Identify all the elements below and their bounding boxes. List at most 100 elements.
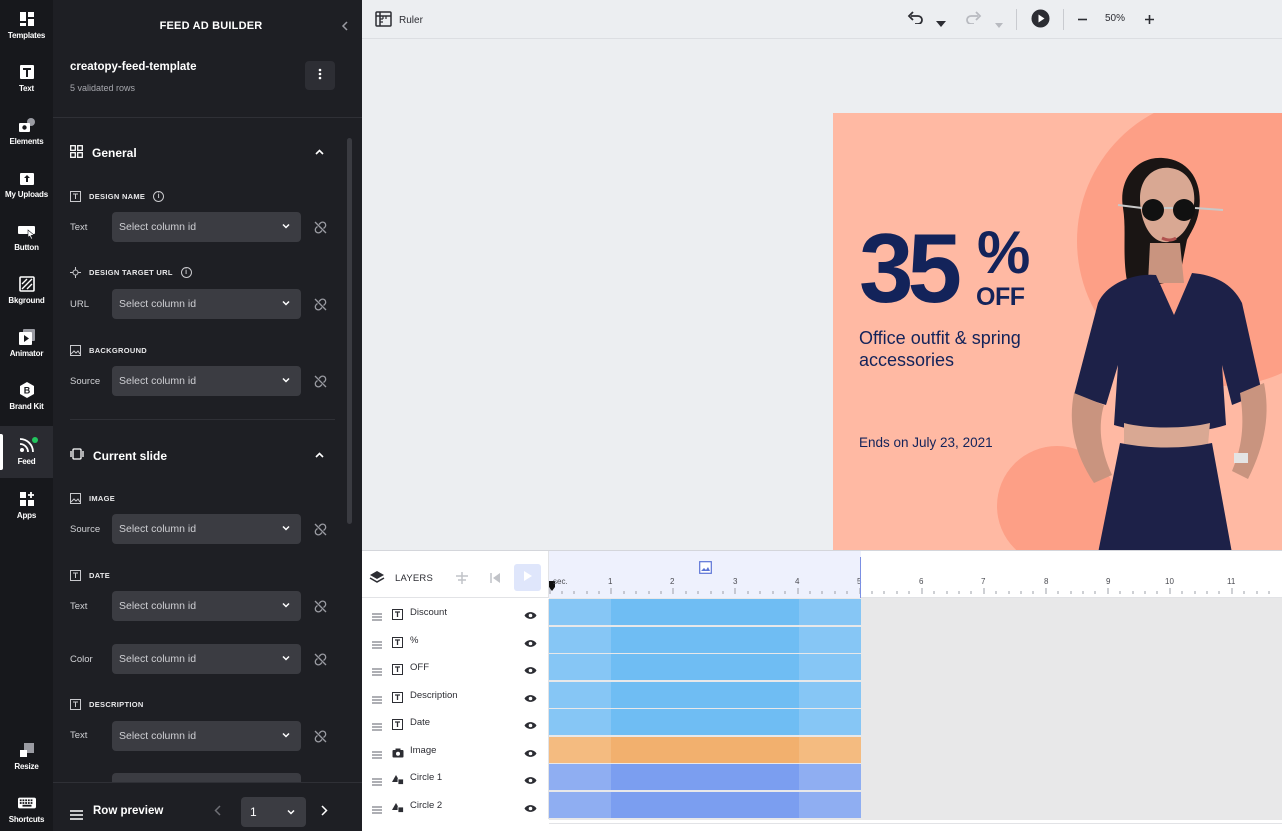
track-bar-description[interactable] (549, 681, 861, 708)
zoom-out-icon[interactable] (1077, 13, 1088, 28)
drag-handle-icon[interactable] (372, 691, 382, 709)
design-canvas[interactable]: 35 % OFF Office outfit & spring accessor… (362, 40, 1282, 550)
unlink-icon[interactable] (312, 296, 328, 312)
timeline-play-button[interactable] (514, 564, 541, 591)
ad-discount[interactable]: 35 (859, 219, 962, 317)
eye-icon[interactable] (524, 690, 537, 708)
layers-icon (369, 570, 385, 589)
drag-handle-icon[interactable] (372, 746, 382, 764)
layer-row[interactable]: Circle 2 (362, 791, 549, 819)
ad-off[interactable]: OFF (976, 285, 1025, 310)
background-heading: BACKGROUND (70, 345, 147, 356)
previous-row-button[interactable] (214, 804, 221, 819)
description-select[interactable]: Select column id (112, 721, 301, 751)
drag-handle-icon[interactable] (372, 636, 382, 654)
layer-row[interactable]: Circle 1 (362, 764, 549, 792)
drag-handle-icon[interactable] (372, 773, 382, 791)
layer-row[interactable]: Image (362, 736, 549, 764)
zoom-in-icon[interactable] (1144, 13, 1155, 28)
section-current-slide[interactable]: Current slide (70, 448, 167, 463)
eye-icon[interactable] (524, 772, 537, 790)
section-general[interactable]: General (70, 145, 137, 161)
background-select[interactable]: Select column id (112, 366, 301, 396)
rail-feed[interactable]: Feed (0, 426, 53, 478)
track-bar-percent[interactable] (549, 626, 861, 653)
chevron-up-icon[interactable] (315, 450, 324, 461)
drag-handle-icon[interactable] (372, 718, 382, 736)
rail-button[interactable]: Button (0, 212, 53, 264)
image-select[interactable]: Select column id (112, 514, 301, 544)
drag-handle-icon[interactable] (372, 663, 382, 681)
rail-background[interactable]: Bkground (0, 265, 53, 317)
tick-label: 11 (1227, 577, 1236, 586)
timeline-ruler[interactable]: sec. 1 2 3 4 5 6 7 8 9 10 11 (549, 551, 1282, 598)
rail-text[interactable]: Text (0, 53, 53, 105)
info-icon[interactable]: i (153, 191, 165, 202)
skip-to-start-icon[interactable] (489, 571, 501, 589)
track-bar-circle-1[interactable] (549, 764, 861, 790)
drag-handle-icon[interactable] (372, 608, 382, 626)
layer-row[interactable]: OFF (362, 654, 549, 682)
unlink-icon[interactable] (312, 728, 328, 744)
model-photo[interactable] (1028, 153, 1282, 550)
rail-elements[interactable]: Elements (0, 106, 53, 158)
track-bar-date[interactable] (549, 709, 861, 735)
rail-resize[interactable]: Resize (0, 731, 53, 783)
track-bar-discount[interactable] (549, 599, 861, 625)
eye-icon[interactable] (524, 662, 537, 680)
redo-history-icon[interactable] (995, 16, 1003, 31)
next-select-partial[interactable] (112, 773, 301, 782)
drag-handle-icon[interactable] (372, 801, 382, 819)
more-options-button[interactable] (305, 61, 335, 90)
collapse-panel-icon[interactable] (341, 20, 349, 34)
layer-row[interactable]: Description (362, 681, 549, 709)
eye-icon[interactable] (524, 635, 537, 653)
date-color-select[interactable]: Select column id (112, 644, 301, 674)
design-name-select[interactable]: Select column id (112, 212, 301, 242)
eye-icon[interactable] (524, 800, 537, 818)
row-number-select[interactable]: 1 (241, 797, 306, 827)
track-bar-circle-2[interactable] (549, 791, 861, 818)
unlink-icon[interactable] (312, 219, 328, 235)
track-bar-image[interactable] (549, 736, 861, 763)
svg-text:B: B (23, 386, 30, 396)
chevron-up-icon[interactable] (315, 147, 324, 158)
duration-end-handle[interactable] (860, 557, 861, 598)
unlink-icon[interactable] (312, 373, 328, 389)
rail-brand-kit[interactable]: B Brand Kit (0, 371, 53, 423)
unlink-icon[interactable] (312, 521, 328, 537)
ad-percent[interactable]: % (977, 223, 1030, 283)
rail-templates[interactable]: Templates (0, 0, 53, 52)
rail-label: Feed (17, 457, 36, 466)
slide-marker-icon[interactable] (699, 561, 712, 579)
rail-apps[interactable]: Apps (0, 480, 53, 532)
zoom-level[interactable]: 50% (1105, 13, 1125, 24)
undo-icon[interactable] (907, 11, 924, 27)
next-row-button[interactable] (321, 804, 328, 819)
undo-history-icon[interactable] (936, 15, 946, 30)
preview-play-icon[interactable] (1031, 9, 1050, 31)
ad-date[interactable]: Ends on July 23, 2021 (859, 435, 993, 450)
ad-artboard[interactable]: 35 % OFF Office outfit & spring accessor… (833, 113, 1282, 550)
layer-row[interactable]: % (362, 626, 549, 654)
eye-icon[interactable] (524, 745, 537, 763)
panel-scrollbar[interactable] (347, 138, 352, 524)
unlink-icon[interactable] (312, 598, 328, 614)
redo-icon[interactable] (965, 11, 982, 27)
date-text-select[interactable]: Select column id (112, 591, 301, 621)
align-icon[interactable] (455, 571, 469, 589)
ruler-toggle[interactable]: Ruler (375, 11, 423, 30)
unlink-icon[interactable] (312, 651, 328, 667)
text-icon (18, 63, 36, 81)
layer-row[interactable]: Discount (362, 599, 549, 627)
eye-icon[interactable] (524, 607, 537, 625)
rail-shortcuts[interactable]: Shortcuts (0, 784, 53, 831)
timeline-scrollbar[interactable] (549, 823, 1282, 831)
info-icon[interactable]: i (180, 267, 192, 278)
rail-animator[interactable]: Animator (0, 318, 53, 370)
design-target-url-select[interactable]: Select column id (112, 289, 301, 319)
rail-uploads[interactable]: My Uploads (0, 159, 53, 211)
track-bar-off[interactable] (549, 654, 861, 680)
layer-row[interactable]: Date (362, 709, 549, 737)
eye-icon[interactable] (524, 717, 537, 735)
